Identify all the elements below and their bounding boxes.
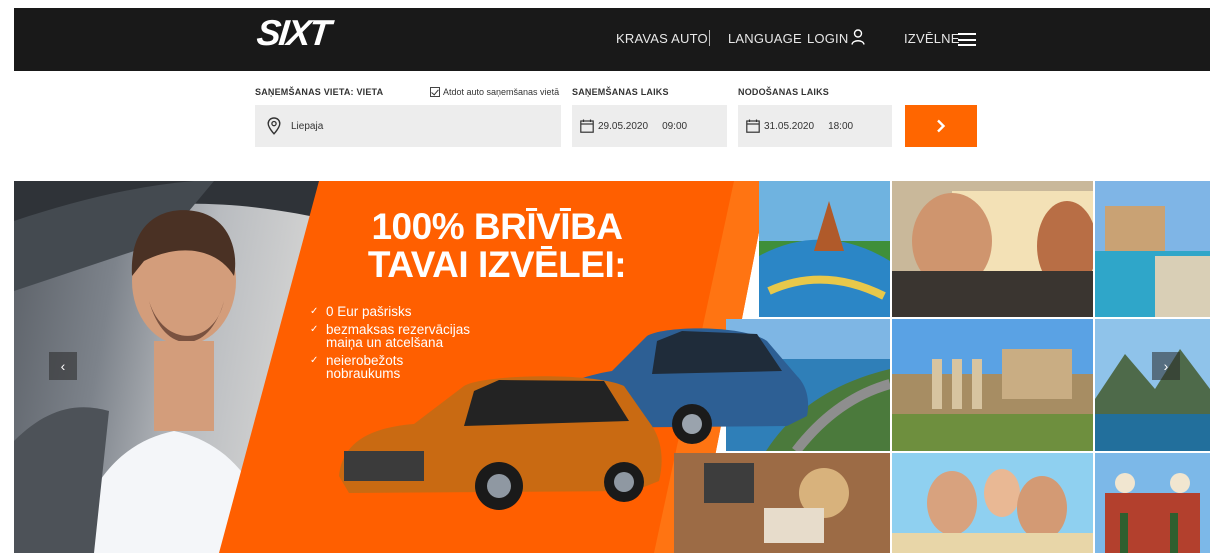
header-bar xyxy=(14,8,1210,71)
pickup-time-label: SAŅEMŠANAS LAIKS xyxy=(572,87,669,97)
sixt-logo[interactable]: SIXT xyxy=(255,12,331,53)
nav-login[interactable]: LOGIN xyxy=(807,31,848,46)
photo-tile-family xyxy=(892,453,1093,553)
chevron-right-icon: › xyxy=(1163,358,1169,374)
photo-tile-dali-museum xyxy=(1095,453,1210,553)
nav-trucks[interactable]: KRAVAS AUTO xyxy=(616,31,708,46)
return-same-location-toggle[interactable]: Atdot auto saņemšanas vietā xyxy=(430,87,559,97)
return-time: 18:00 xyxy=(828,120,854,132)
benefit-item: neierobežots nobraukums xyxy=(310,354,420,381)
location-pin-icon xyxy=(267,117,281,135)
nav-menu[interactable]: IZVĒLNE xyxy=(904,31,960,46)
photo-tile-road-trip xyxy=(892,181,1093,317)
benefit-item: 0 Eur pašrisks xyxy=(310,305,500,319)
benefit-item: bezmaksas rezervācijas maiņa un atcelšan… xyxy=(310,323,500,350)
chevron-right-icon xyxy=(937,119,946,133)
pickup-datetime-input[interactable]: 29.05.2020 09:00 xyxy=(572,105,727,147)
nav-language[interactable]: LANGUAGE xyxy=(728,31,802,46)
nav-divider xyxy=(709,30,710,46)
carousel-next-button[interactable]: › xyxy=(1152,352,1180,380)
return-time-label: NODOŠANAS LAIKS xyxy=(738,87,830,97)
photo-tile-palma xyxy=(1095,181,1210,317)
location-value: Liepaja xyxy=(291,120,324,132)
orange-car-image xyxy=(339,376,662,510)
photo-tile-rome-forum xyxy=(892,319,1093,451)
return-datetime-input[interactable]: 31.05.2020 18:00 xyxy=(738,105,892,147)
logo-text: SIXT xyxy=(254,12,332,53)
photo-tile-park-guell xyxy=(759,181,890,317)
return-date: 31.05.2020 xyxy=(764,120,815,132)
promo-banner[interactable]: 100% BRĪVĪBA TAVAI IZVĒLEI: 0 Eur pašris… xyxy=(14,181,1210,553)
headline-line-1: 100% BRĪVĪBA xyxy=(371,206,623,247)
pickup-location-input[interactable]: Liepaja xyxy=(255,105,561,147)
pickup-location-label: SAŅEMŠANAS VIETA: VIETA xyxy=(255,87,384,97)
pickup-date: 29.05.2020 xyxy=(598,120,649,132)
hamburger-menu-icon[interactable] xyxy=(958,33,976,46)
calendar-icon xyxy=(746,119,760,133)
calendar-icon xyxy=(580,119,594,133)
search-submit-button[interactable] xyxy=(905,105,977,147)
photo-tile-travel-items xyxy=(674,453,890,553)
pickup-time: 09:00 xyxy=(662,120,688,132)
benefits-list: 0 Eur pašrisks bezmaksas rezervācijas ma… xyxy=(310,305,500,385)
return-same-label[interactable]: Atdot auto saņemšanas vietā xyxy=(443,87,559,97)
return-same-checkbox[interactable] xyxy=(430,87,440,97)
page: SIXT KRAVAS AUTO LANGUAGE LOGIN IZVĒLNE … xyxy=(0,0,1210,553)
promo-headline: 100% BRĪVĪBA TAVAI IZVĒLEI: xyxy=(332,208,662,284)
photo-tile-mountain-city xyxy=(1095,319,1210,451)
carousel-prev-button[interactable]: ‹ xyxy=(49,352,77,380)
chevron-left-icon: ‹ xyxy=(60,358,66,374)
user-icon[interactable] xyxy=(851,29,865,45)
headline-line-2: TAVAI IZVĒLEI: xyxy=(367,244,627,285)
